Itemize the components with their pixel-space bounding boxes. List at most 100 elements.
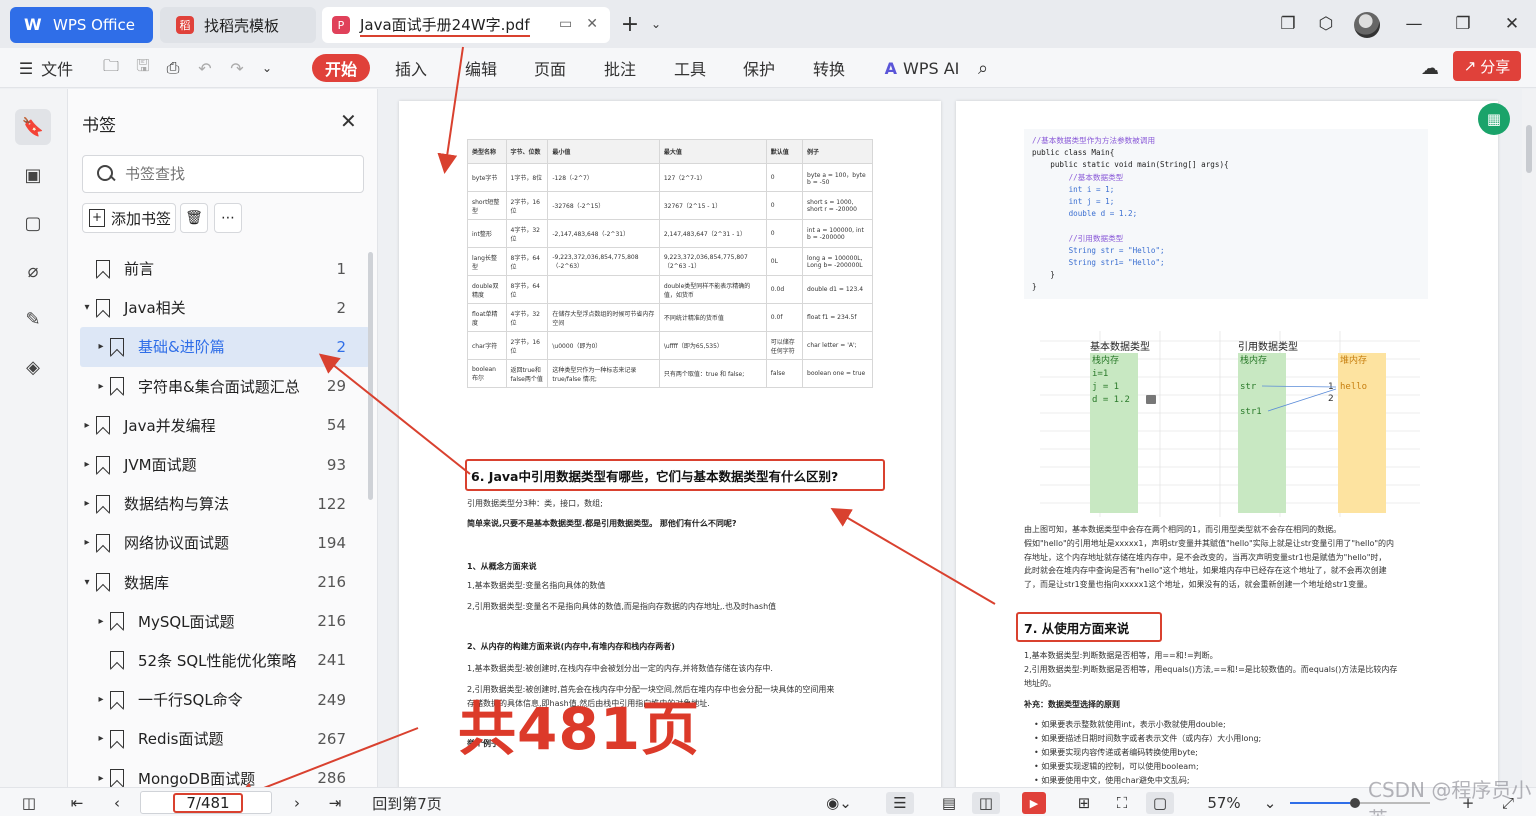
- window-layout-icon[interactable]: ❐: [1274, 10, 1302, 38]
- tab-protect[interactable]: 保护: [734, 54, 784, 82]
- sidebar-toggle-icon[interactable]: ◫: [18, 792, 40, 814]
- tab-page[interactable]: 页面: [525, 54, 575, 82]
- collapse-arrow-icon[interactable]: ▾: [82, 302, 92, 313]
- floating-table-icon[interactable]: ▦: [1478, 103, 1510, 135]
- bookmark-item[interactable]: ▸ 基础&进阶篇 2: [80, 327, 370, 367]
- tab-convert[interactable]: 转换: [804, 54, 854, 82]
- heap-value: hello: [1340, 382, 1367, 392]
- table-cell: 8字节，64位: [505, 247, 549, 276]
- bookmark-item[interactable]: ▸ MongoDB面试题 286: [80, 758, 370, 787]
- fit-width-icon[interactable]: ⊞: [1072, 792, 1096, 814]
- close-tab-icon[interactable]: ✕: [586, 16, 598, 32]
- wps-ai-button[interactable]: A WPS AI: [884, 54, 960, 82]
- scrollbar-thumb[interactable]: [1526, 125, 1532, 173]
- bookmark-item[interactable]: ▸ 数据结构与算法 122: [80, 484, 370, 523]
- maximize-button[interactable]: ❐: [1449, 10, 1477, 38]
- single-page-icon[interactable]: ▤: [936, 792, 962, 814]
- bookmark-item[interactable]: ▸ 网络协议面试题 194: [80, 523, 370, 562]
- minimize-button[interactable]: —: [1400, 10, 1428, 38]
- bookmark-item[interactable]: ▸ MySQL面试题 216: [80, 602, 370, 641]
- close-panel-icon[interactable]: ✕: [340, 109, 357, 133]
- close-window-button[interactable]: ✕: [1498, 10, 1526, 38]
- signature-icon[interactable]: ✎: [15, 301, 51, 337]
- double-page-icon[interactable]: ◫: [972, 792, 1000, 814]
- bookmark-item[interactable]: 前言 1: [80, 249, 370, 288]
- bookmark-item[interactable]: ▸ Java并发编程 54: [80, 406, 370, 445]
- bookmark-item[interactable]: 52条 SQL性能优化策略 241: [80, 641, 370, 680]
- pdf-document-tab[interactable]: P Java面试手册24W字.pdf ▭ ✕: [322, 7, 610, 43]
- collapse-arrow-icon[interactable]: ▾: [82, 577, 92, 588]
- template-tab[interactable]: 稻 找稻壳模板: [160, 7, 316, 43]
- monitor-icon[interactable]: ▭: [559, 16, 572, 32]
- tab-tools[interactable]: 工具: [665, 54, 715, 82]
- more-chevron-icon[interactable]: ⌄: [256, 54, 278, 82]
- tab-list-chevron-icon[interactable]: ⌄: [642, 10, 670, 38]
- bookmark-search-input[interactable]: [125, 165, 345, 183]
- zoom-slider-knob[interactable]: [1350, 798, 1360, 808]
- bookmark-panel-icon[interactable]: 🔖: [15, 109, 51, 145]
- zoom-out-icon[interactable]: ⌄: [1260, 792, 1280, 814]
- expand-arrow-icon[interactable]: ▸: [82, 420, 92, 431]
- last-page-icon[interactable]: ⇥: [324, 792, 346, 814]
- file-menu-label: 文件: [41, 60, 74, 79]
- page-number-value[interactable]: 7/481: [173, 793, 243, 813]
- expand-arrow-icon[interactable]: ▸: [96, 773, 106, 784]
- undo-icon[interactable]: ↶: [192, 54, 218, 82]
- expand-arrow-icon[interactable]: ▸: [96, 381, 106, 392]
- search-icon[interactable]: ⌕: [970, 54, 996, 82]
- fit-page-icon[interactable]: ⛶: [1110, 792, 1134, 814]
- bookmark-item[interactable]: ▸ JVM面试题 93: [80, 445, 370, 484]
- share-button[interactable]: ↗ 分享: [1453, 51, 1521, 81]
- next-page-icon[interactable]: ›: [286, 792, 308, 814]
- expand-arrow-icon[interactable]: ▸: [82, 537, 92, 548]
- bookmark-item[interactable]: ▸ Redis面试题 267: [80, 719, 370, 758]
- prev-page-icon[interactable]: ‹: [106, 792, 128, 814]
- eye-icon[interactable]: ◉⌄: [822, 792, 856, 814]
- thumbnail-icon[interactable]: ▣: [15, 157, 51, 193]
- open-folder-icon[interactable]: 🗀: [98, 54, 124, 82]
- table-cell: float单精度: [467, 303, 507, 332]
- new-tab-button[interactable]: +: [616, 10, 644, 38]
- cloud-upload-icon[interactable]: ☁: [1416, 54, 1444, 82]
- zoom-level[interactable]: 57%: [1200, 792, 1248, 814]
- expand-arrow-icon[interactable]: ▸: [96, 733, 106, 744]
- print-icon[interactable]: ⎙: [160, 54, 186, 82]
- attachment-icon[interactable]: ⌀: [15, 253, 51, 289]
- continuous-view-icon[interactable]: ☰: [886, 792, 914, 814]
- comment-icon[interactable]: ▢: [15, 205, 51, 241]
- tab-insert[interactable]: 插入: [386, 54, 436, 82]
- bookmark-item[interactable]: ▸ 一千行SQL命令 249: [80, 680, 370, 719]
- tab-edit[interactable]: 编辑: [456, 54, 506, 82]
- cube-icon[interactable]: ⬡: [1312, 10, 1340, 38]
- expand-arrow-icon[interactable]: ▸: [82, 459, 92, 470]
- document-scrollbar[interactable]: [1522, 89, 1536, 787]
- delete-bookmark-button[interactable]: 🗑: [180, 203, 208, 233]
- file-menu-button[interactable]: ☰ 文件: [16, 54, 76, 82]
- page-number-field[interactable]: 7/481: [140, 791, 272, 814]
- section-heading-7-text: 7. 从使用方面来说: [1024, 620, 1130, 636]
- bookmark-item[interactable]: ▾ Java相关 2: [80, 288, 370, 327]
- tab-annotate[interactable]: 批注: [595, 54, 645, 82]
- first-page-icon[interactable]: ⇤: [66, 792, 88, 814]
- add-bookmark-button[interactable]: + 添加书签: [82, 203, 176, 233]
- play-icon[interactable]: ▶: [1022, 792, 1046, 814]
- wps-ai-label: WPS AI: [903, 58, 960, 78]
- user-avatar[interactable]: [1354, 12, 1380, 38]
- tab-start[interactable]: 开始: [312, 54, 370, 82]
- paragraph-line: 假如"hello"的引用地址是xxxxx1，声明str变量并其赋值"hello"…: [1024, 538, 1395, 548]
- expand-arrow-icon[interactable]: ▸: [96, 694, 106, 705]
- bookmark-item[interactable]: ▾ 数据库 216: [80, 563, 370, 602]
- actual-size-icon[interactable]: ▢: [1146, 792, 1174, 814]
- bookmark-scrollbar[interactable]: [368, 252, 373, 500]
- expand-arrow-icon[interactable]: ▸: [96, 341, 106, 352]
- more-options-button[interactable]: ⋯: [214, 203, 242, 233]
- layers-icon[interactable]: ◈: [15, 349, 51, 385]
- back-to-page-link[interactable]: 回到第7页: [372, 792, 442, 814]
- expand-arrow-icon[interactable]: ▸: [96, 616, 106, 627]
- wps-office-tab[interactable]: W WPS Office: [10, 7, 153, 43]
- bookmark-item[interactable]: ▸ 字符串&集合面试题汇总 29: [80, 367, 370, 406]
- expand-arrow-icon[interactable]: ▸: [82, 498, 92, 509]
- save-icon[interactable]: 🖫: [130, 54, 156, 82]
- redo-icon[interactable]: ↷: [224, 54, 250, 82]
- bookmark-search-box[interactable]: [82, 155, 364, 193]
